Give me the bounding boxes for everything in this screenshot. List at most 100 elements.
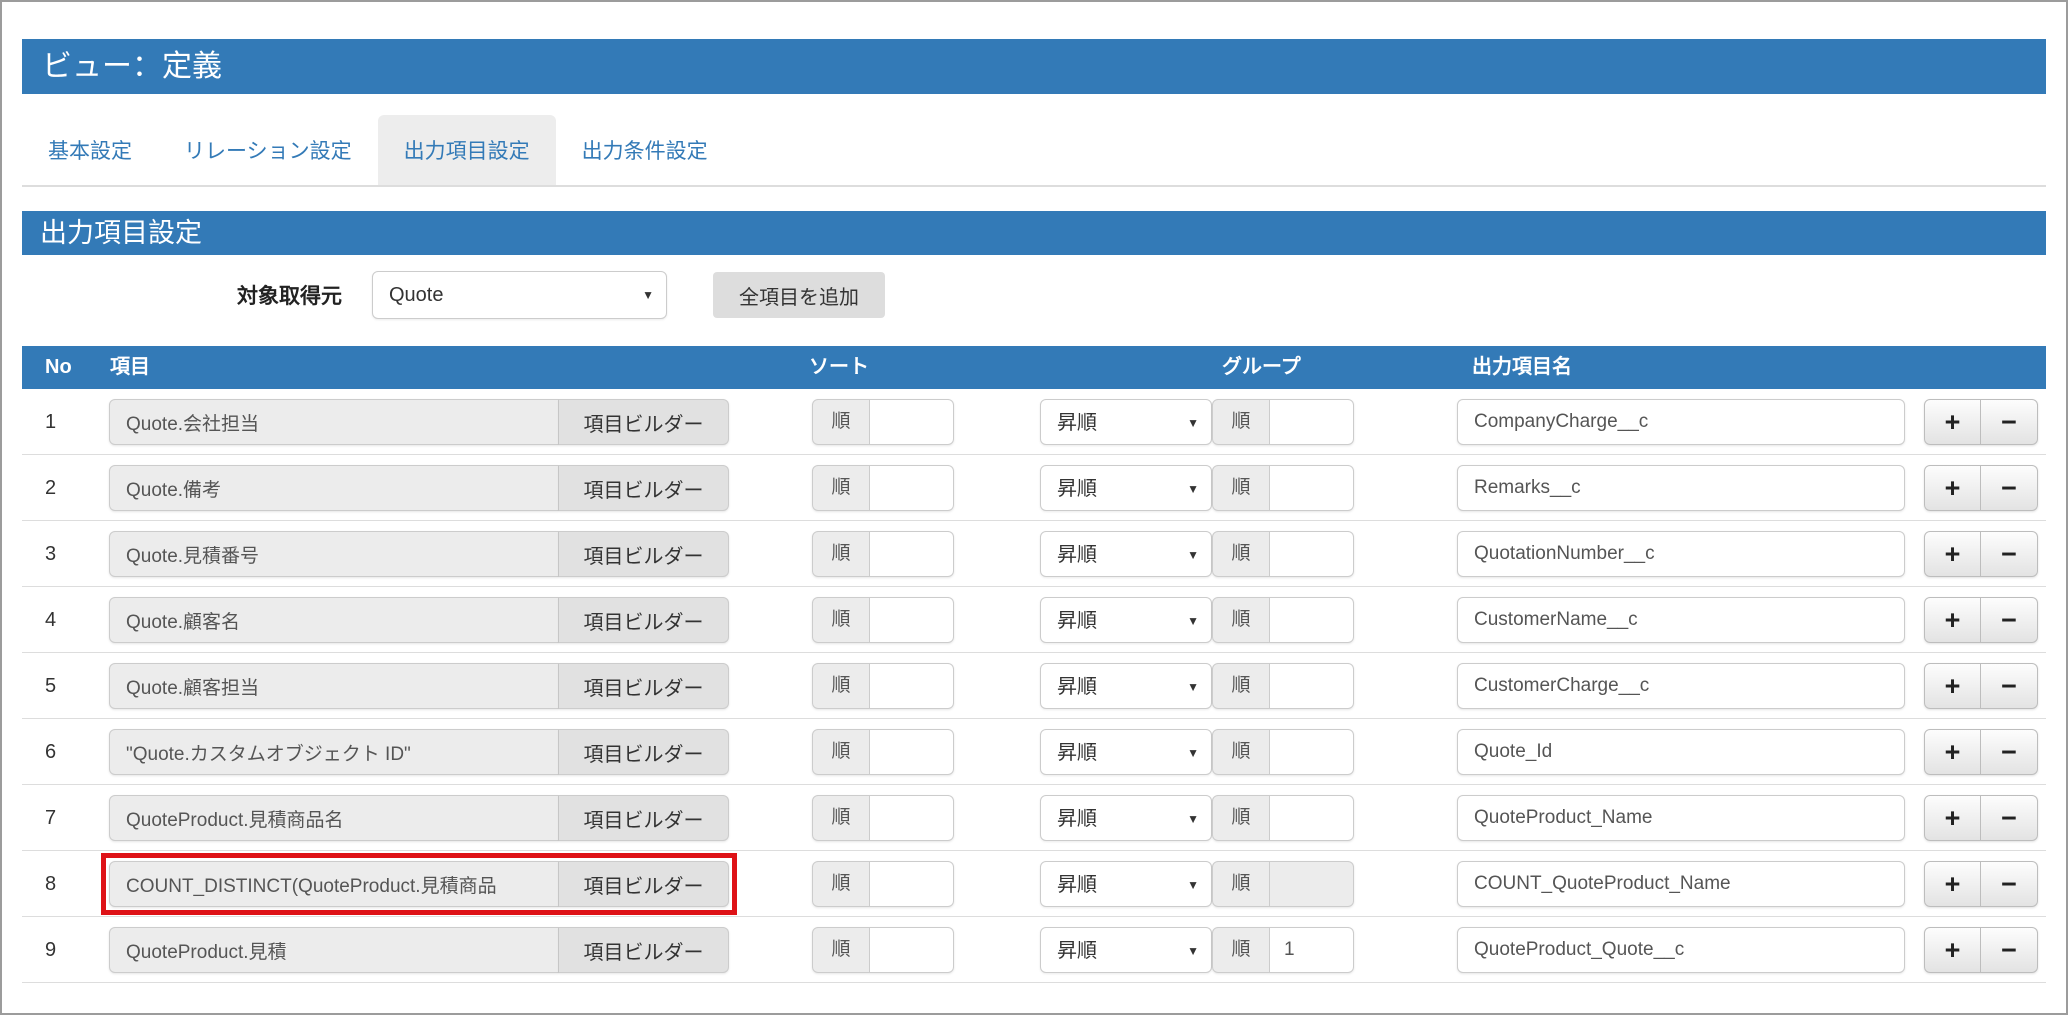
item-input[interactable] [109, 795, 559, 841]
sort-order-input[interactable] [870, 465, 954, 511]
item-input[interactable] [109, 663, 559, 709]
item-input[interactable] [109, 531, 559, 577]
item-builder-button[interactable]: 項目ビルダー [559, 465, 729, 511]
sort-direction-select[interactable]: 昇順 ▼ [1040, 399, 1212, 445]
order-addon-label: 順 [1212, 861, 1270, 907]
remove-row-button[interactable]: − [1981, 861, 2038, 907]
order-addon-label: 順 [812, 531, 870, 577]
item-input[interactable] [109, 399, 559, 445]
output-name-input[interactable] [1457, 531, 1905, 577]
row-number: 1 [45, 389, 56, 455]
output-name-input[interactable] [1457, 795, 1905, 841]
item-builder-button[interactable]: 項目ビルダー [559, 729, 729, 775]
output-name-input[interactable] [1457, 597, 1905, 643]
group-order-group: 順 [1212, 597, 1354, 643]
group-order-input[interactable] [1270, 531, 1354, 577]
add-row-button[interactable]: + [1924, 861, 1981, 907]
remove-row-button[interactable]: − [1981, 597, 2038, 643]
add-row-button[interactable]: + [1924, 795, 1981, 841]
sort-order-input[interactable] [870, 399, 954, 445]
item-input[interactable] [109, 597, 559, 643]
output-name-input[interactable] [1457, 729, 1905, 775]
row-number: 3 [45, 521, 56, 587]
output-name-input[interactable] [1457, 861, 1905, 907]
sort-order-input[interactable] [870, 531, 954, 577]
group-order-input[interactable] [1270, 465, 1354, 511]
item-input[interactable] [109, 465, 559, 511]
remove-row-button[interactable]: − [1981, 729, 2038, 775]
sort-order-group: 順 [812, 729, 954, 775]
remove-row-button[interactable]: − [1981, 465, 2038, 511]
item-field-group: 項目ビルダー [109, 663, 729, 709]
add-row-button[interactable]: + [1924, 729, 1981, 775]
column-header-group: グループ [1222, 346, 1301, 389]
item-builder-button[interactable]: 項目ビルダー [559, 927, 729, 973]
item-builder-button[interactable]: 項目ビルダー [559, 399, 729, 445]
remove-row-button[interactable]: − [1981, 927, 2038, 973]
add-row-button[interactable]: + [1924, 399, 1981, 445]
sort-order-input[interactable] [870, 927, 954, 973]
remove-row-button[interactable]: − [1981, 399, 2038, 445]
sort-direction-value: 昇順 [1057, 676, 1097, 698]
item-builder-button[interactable]: 項目ビルダー [559, 663, 729, 709]
add-row-button[interactable]: + [1924, 927, 1981, 973]
tab-2[interactable]: 出力項目設定 [378, 115, 556, 185]
sort-direction-select[interactable]: 昇順 ▼ [1040, 861, 1212, 907]
group-order-input[interactable] [1270, 795, 1354, 841]
group-order-input[interactable] [1270, 663, 1354, 709]
source-select-value: Quote [389, 284, 443, 306]
order-addon-label: 順 [1212, 795, 1270, 841]
item-input[interactable] [109, 729, 559, 775]
sort-direction-select[interactable]: 昇順 ▼ [1040, 729, 1212, 775]
group-order-input[interactable] [1270, 597, 1354, 643]
row-number: 7 [45, 785, 56, 851]
sort-direction-select[interactable]: 昇順 ▼ [1040, 465, 1212, 511]
item-builder-button[interactable]: 項目ビルダー [559, 531, 729, 577]
table-row: 6 項目ビルダー 順 昇順 ▼ 順 + − [22, 719, 2046, 785]
sort-direction-select[interactable]: 昇順 ▼ [1040, 663, 1212, 709]
item-input[interactable] [109, 861, 559, 907]
row-number: 8 [45, 851, 56, 917]
add-all-items-button[interactable]: 全項目を追加 [713, 272, 885, 318]
row-actions: + − [1924, 597, 2038, 643]
sort-order-input[interactable] [870, 729, 954, 775]
output-name-input[interactable] [1457, 663, 1905, 709]
sort-direction-select[interactable]: 昇順 ▼ [1040, 597, 1212, 643]
sort-order-input[interactable] [870, 795, 954, 841]
table-row: 9 項目ビルダー 順 昇順 ▼ 順 + − [22, 917, 2046, 983]
item-input[interactable] [109, 927, 559, 973]
add-row-button[interactable]: + [1924, 597, 1981, 643]
sort-order-input[interactable] [870, 597, 954, 643]
remove-row-button[interactable]: − [1981, 795, 2038, 841]
item-builder-button[interactable]: 項目ビルダー [559, 861, 729, 907]
add-row-button[interactable]: + [1924, 465, 1981, 511]
item-builder-button[interactable]: 項目ビルダー [559, 795, 729, 841]
group-order-input[interactable] [1270, 861, 1354, 907]
sort-direction-select[interactable]: 昇順 ▼ [1040, 531, 1212, 577]
sort-direction-select[interactable]: 昇順 ▼ [1040, 795, 1212, 841]
add-row-button[interactable]: + [1924, 663, 1981, 709]
output-name-input[interactable] [1457, 399, 1905, 445]
sort-direction-value: 昇順 [1057, 610, 1097, 632]
source-select[interactable]: Quote ▼ [372, 271, 667, 319]
group-order-input[interactable] [1270, 927, 1354, 973]
tab-3[interactable]: 出力条件設定 [556, 115, 734, 185]
tab-1[interactable]: リレーション設定 [158, 115, 378, 185]
remove-row-button[interactable]: − [1981, 663, 2038, 709]
tab-0[interactable]: 基本設定 [22, 115, 158, 185]
output-name-input[interactable] [1457, 465, 1905, 511]
column-header-no: No [45, 346, 72, 389]
sort-direction-select[interactable]: 昇順 ▼ [1040, 927, 1212, 973]
group-order-input[interactable] [1270, 729, 1354, 775]
output-name-input[interactable] [1457, 927, 1905, 973]
remove-row-button[interactable]: − [1981, 531, 2038, 577]
row-actions: + − [1924, 861, 2038, 907]
sort-order-input[interactable] [870, 861, 954, 907]
sort-order-group: 順 [812, 927, 954, 973]
sort-order-input[interactable] [870, 663, 954, 709]
order-addon-label: 順 [1212, 597, 1270, 643]
row-actions: + − [1924, 795, 2038, 841]
item-builder-button[interactable]: 項目ビルダー [559, 597, 729, 643]
add-row-button[interactable]: + [1924, 531, 1981, 577]
group-order-input[interactable] [1270, 399, 1354, 445]
